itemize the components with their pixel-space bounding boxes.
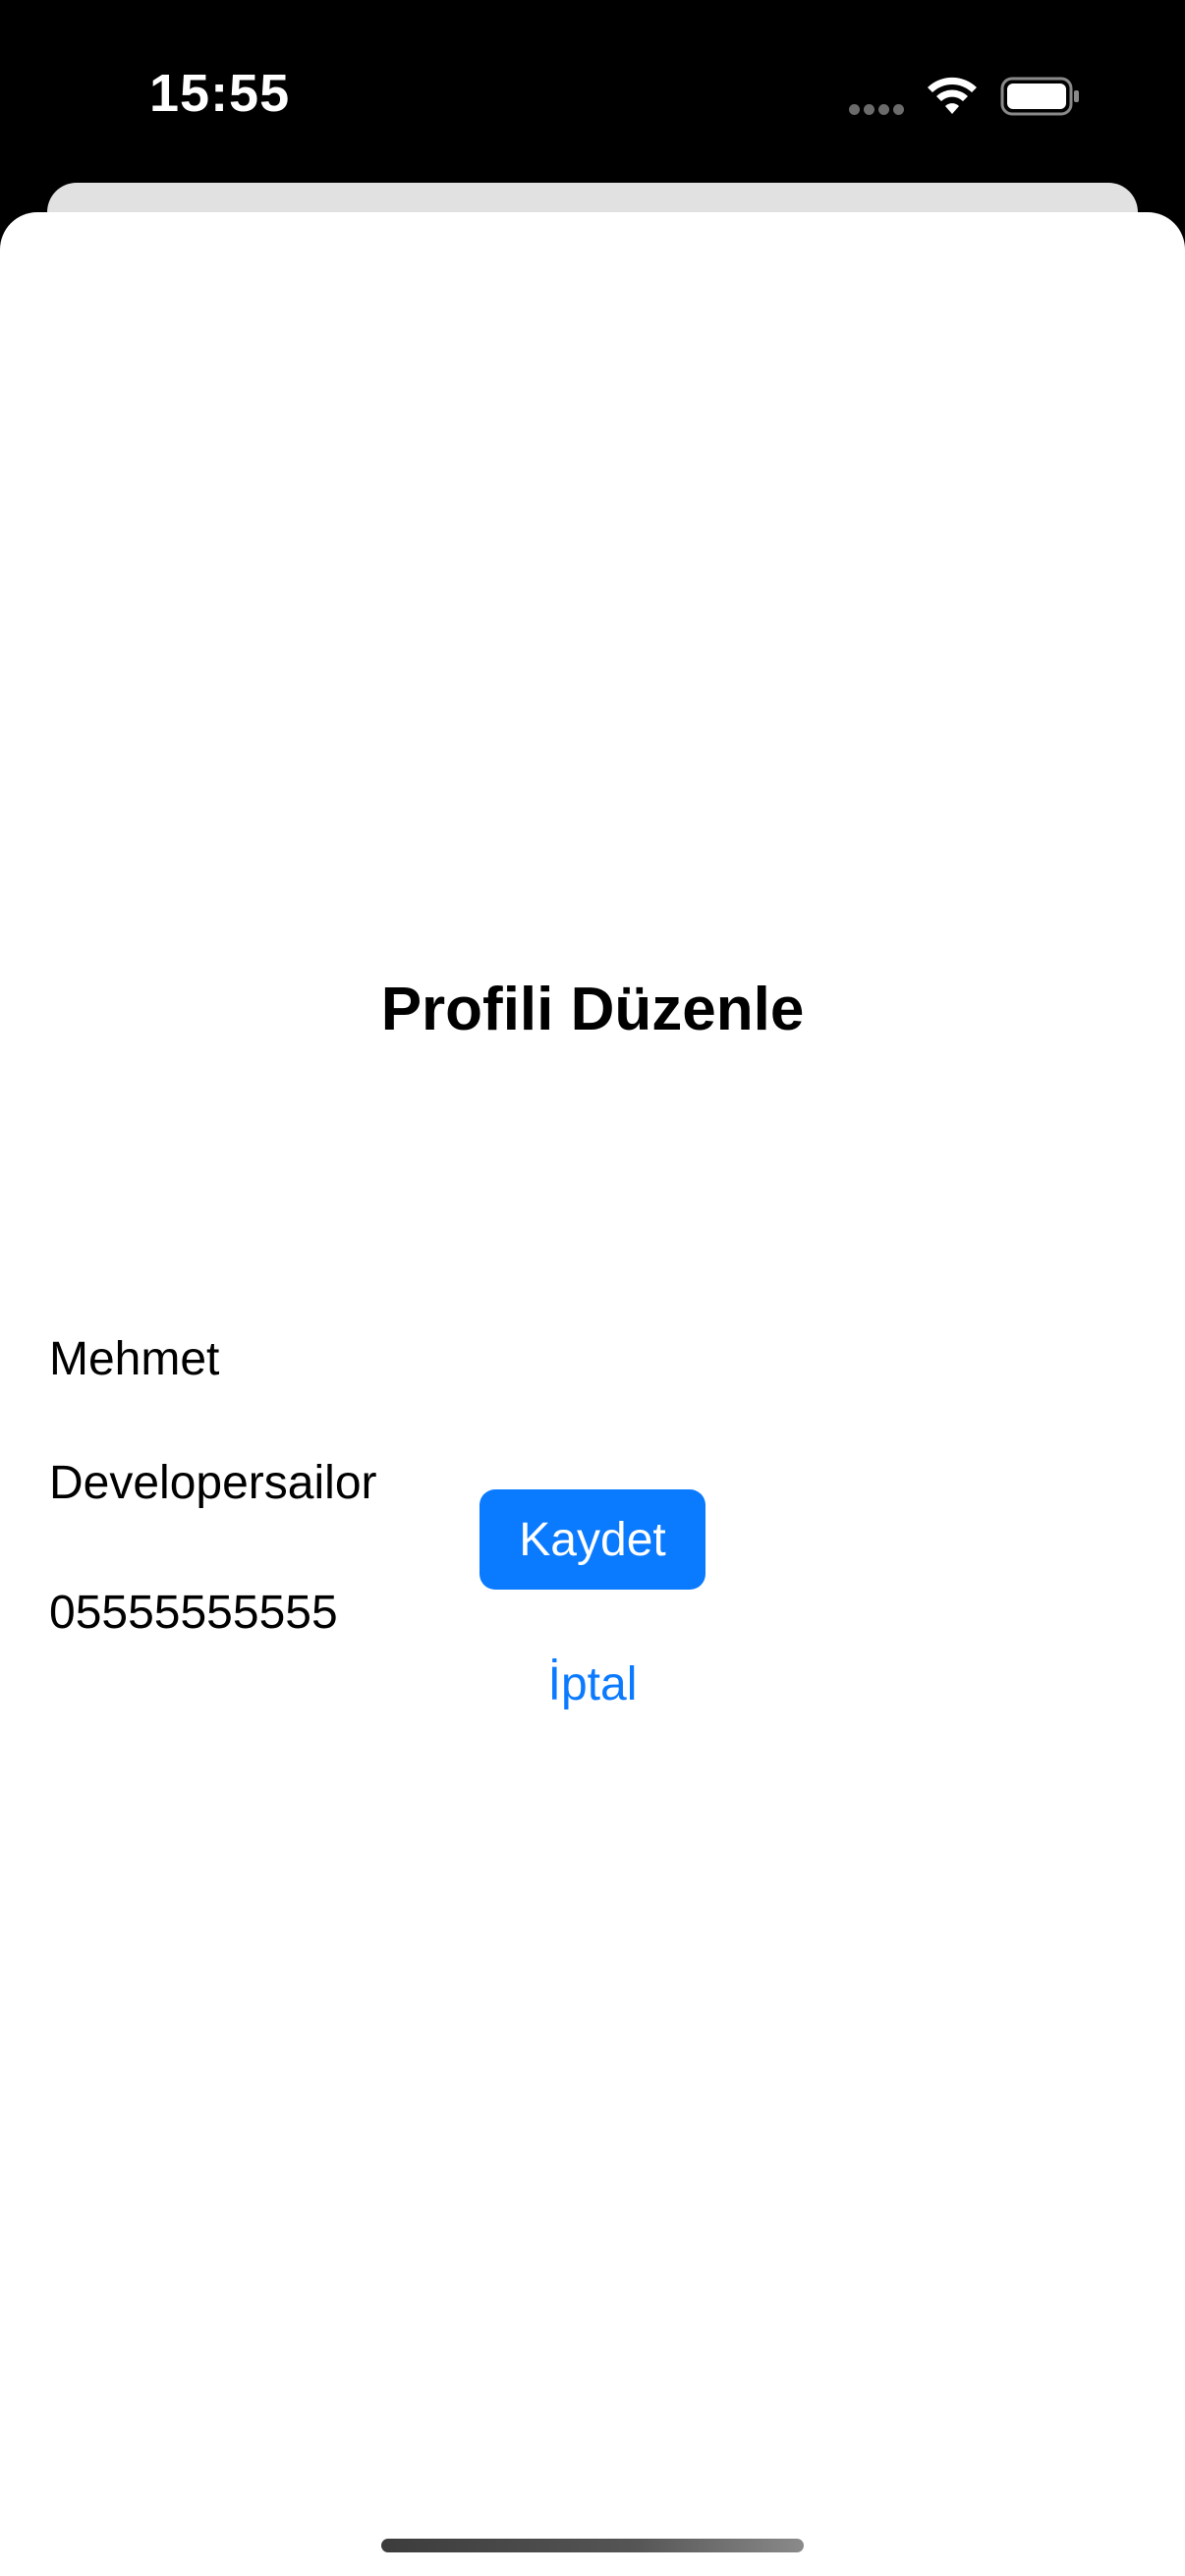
name-field[interactable] [49, 1324, 1136, 1393]
battery-icon [1000, 77, 1079, 116]
cancel-button[interactable]: İptal [445, 1645, 740, 1723]
cellular-dots-icon [849, 102, 908, 116]
wifi-icon [928, 77, 977, 114]
page-title: Profili Düzenle [380, 976, 805, 1043]
status-bar: 15:55 [0, 0, 1185, 187]
edit-profile-sheet: Profili Düzenle Kaydet İptal [0, 212, 1185, 2576]
status-time: 15:55 [149, 64, 291, 123]
home-indicator[interactable] [381, 2539, 804, 2552]
save-button[interactable]: Kaydet [480, 1489, 705, 1590]
